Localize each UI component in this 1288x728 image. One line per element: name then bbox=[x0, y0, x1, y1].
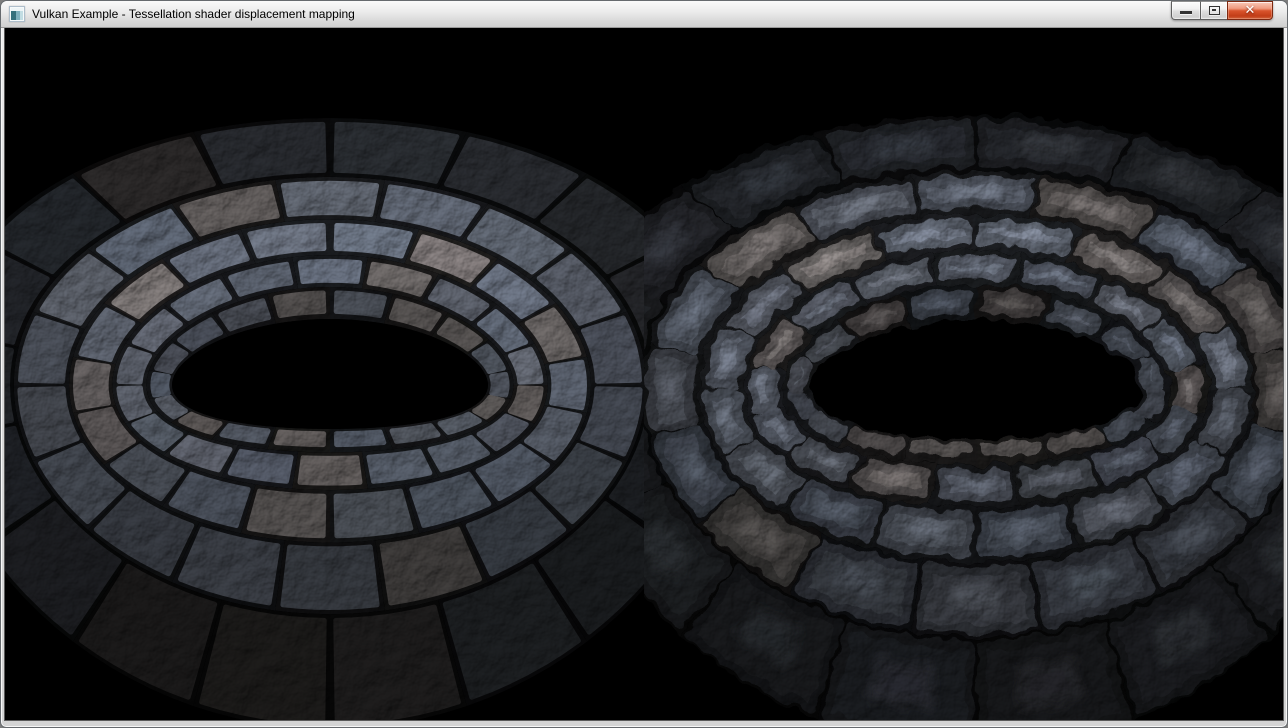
pane-torus-displaced[interactable] bbox=[644, 28, 1283, 720]
minimize-icon bbox=[1180, 11, 1192, 14]
maximize-button[interactable] bbox=[1200, 1, 1228, 20]
render-viewport bbox=[5, 28, 1283, 720]
window-controls: ✕ bbox=[1172, 1, 1273, 20]
application-icon-art bbox=[11, 8, 23, 20]
vulkan-example-window: Vulkan Example - Tessellation shader dis… bbox=[0, 0, 1288, 728]
window-frame bbox=[1, 28, 1287, 726]
close-icon: ✕ bbox=[1245, 4, 1256, 17]
window-title: Vulkan Example - Tessellation shader dis… bbox=[32, 1, 355, 28]
maximize-icon bbox=[1209, 6, 1220, 15]
close-button[interactable]: ✕ bbox=[1227, 1, 1273, 20]
torus-mesh-passthrough bbox=[5, 118, 644, 720]
titlebar[interactable]: Vulkan Example - Tessellation shader dis… bbox=[1, 1, 1287, 28]
torus-mesh-displaced bbox=[644, 115, 1283, 720]
minimize-button[interactable] bbox=[1171, 1, 1201, 20]
application-icon[interactable] bbox=[9, 6, 25, 22]
pane-torus-passthrough[interactable] bbox=[5, 28, 644, 720]
